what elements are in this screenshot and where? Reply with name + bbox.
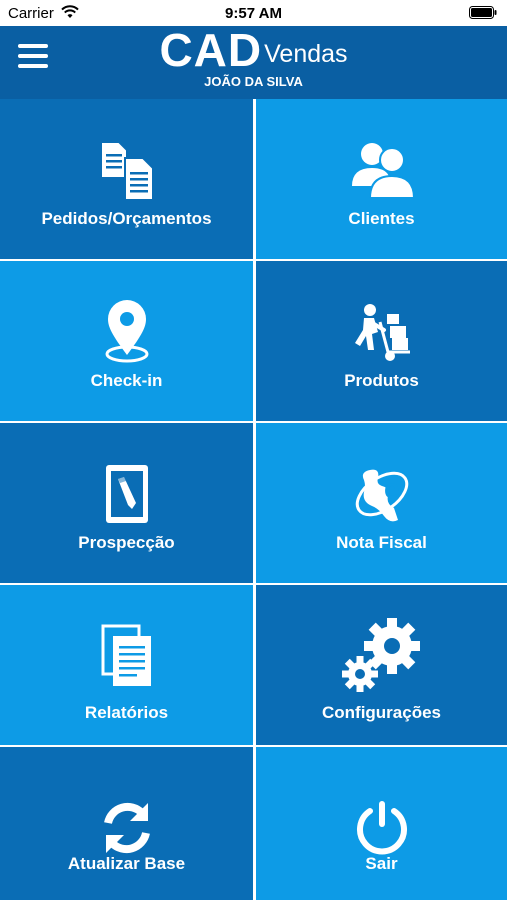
tile-nota-fiscal[interactable]: e Nota Fiscal (256, 423, 507, 583)
tile-label: Check-in (90, 371, 163, 390)
tile-check-in[interactable]: Check-in (0, 261, 253, 421)
battery-icon (469, 6, 497, 24)
reports-icon (0, 623, 253, 689)
tile-relatorios[interactable]: Relatórios (0, 585, 253, 745)
tile-label: Atualizar Base (67, 854, 186, 873)
status-time: 9:57 AM (225, 5, 282, 22)
clipboard-pencil-icon (0, 461, 253, 527)
tile-pedidos-orcamentos[interactable]: Pedidos/Orçamentos (0, 99, 253, 259)
status-bar: Carrier 9:57 AM (0, 0, 507, 26)
tile-label: Prospecção (78, 533, 175, 552)
tile-prospeccao[interactable]: Prospecção (0, 423, 253, 583)
map-pin-icon (0, 299, 253, 365)
delivery-hand-truck-icon (256, 299, 507, 365)
tile-label: Pedidos/Orçamentos (41, 209, 212, 228)
tile-label: Clientes (348, 209, 415, 228)
tile-label: Sair (365, 854, 398, 873)
tile-sair[interactable]: Sair (256, 747, 507, 900)
refresh-icon (0, 795, 253, 861)
tile-label: Relatórios (84, 703, 169, 722)
user-name: JOÃO DA SILVA (204, 74, 303, 89)
logo-main-text: CAD (159, 24, 263, 76)
documents-icon (0, 137, 253, 203)
power-icon (256, 795, 507, 861)
logo-sub-text: Vendas (264, 40, 348, 68)
tile-label: Nota Fiscal (336, 533, 427, 552)
nfe-icon: e (256, 461, 507, 527)
tile-configuracoes[interactable]: Configurações (256, 585, 507, 745)
gears-icon (256, 618, 507, 692)
tile-label: Configurações (321, 703, 442, 722)
users-icon (256, 137, 507, 203)
app-logo: CADVendas (0, 26, 507, 74)
app-header: CADVendas JOÃO DA SILVA (0, 26, 507, 99)
tile-label: Produtos (344, 371, 419, 390)
tile-clientes[interactable]: Clientes (256, 99, 507, 259)
svg-text:e: e (384, 473, 400, 504)
tile-produtos[interactable]: Produtos (256, 261, 507, 421)
tile-atualizar-base[interactable]: Atualizar Base (0, 747, 253, 900)
menu-grid: Pedidos/Orçamentos Clientes Check-in Pro… (0, 99, 507, 900)
